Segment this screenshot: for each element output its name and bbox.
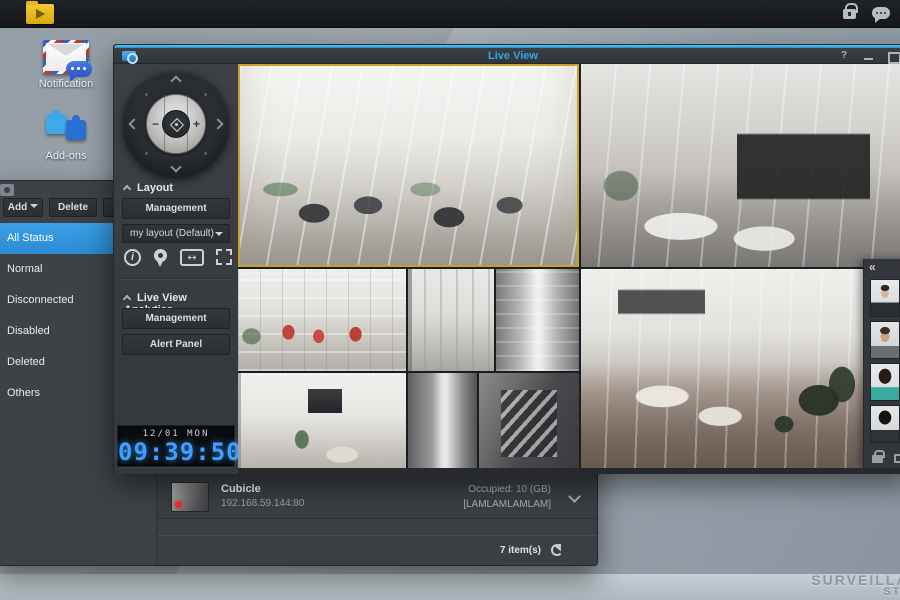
fullscreen-icon[interactable] [216, 249, 232, 265]
alert-panel-button[interactable]: Alert Panel [122, 334, 230, 355]
face-thumbnail[interactable] [870, 363, 900, 401]
clock-panel: 12/01 MON 09:39:50 [117, 425, 235, 467]
live-view-body: − + Layout Management my layout (Default… [114, 64, 900, 474]
ptz-left-icon[interactable] [128, 118, 139, 129]
ptz-control[interactable]: − + [122, 70, 230, 178]
add-ons-puzzle-icon [44, 108, 88, 146]
camera-address: 192.168.59.144:80 [221, 498, 304, 509]
chevron-down-icon [30, 204, 38, 208]
camera-icon[interactable] [894, 454, 900, 463]
desktop-icon-add-ons[interactable]: Add-ons [31, 108, 101, 162]
face-thumbnail[interactable] [870, 279, 900, 317]
lock-icon[interactable] [872, 455, 883, 463]
pan-icon[interactable]: ↔ [180, 249, 204, 266]
zoom-in-button[interactable]: + [193, 117, 200, 131]
chat-icon[interactable] [872, 7, 890, 19]
camera-feed-mid-left[interactable] [238, 269, 406, 371]
layout-management-button[interactable]: Management [122, 198, 230, 219]
notification-mail-icon [43, 40, 89, 74]
media-folder-icon[interactable] [26, 4, 54, 24]
puzzle-piece-icon [46, 114, 66, 134]
face-thumbnails [870, 279, 900, 447]
ptz-dot [145, 93, 148, 96]
ptz-dot [204, 152, 207, 155]
camera-feed-mid-right[interactable] [496, 269, 579, 371]
screen: SURVEILLANCE STATION Notification Add-on… [0, 0, 900, 600]
layout-header-label: Layout [137, 182, 173, 194]
live-view-titlebar[interactable]: Live View ? [114, 48, 900, 64]
layout-section-header[interactable]: Layout [124, 182, 173, 194]
ptz-home-button[interactable] [162, 110, 190, 138]
surveillance-station-watermark: SURVEILLANCE STATION [811, 573, 900, 598]
ptz-up-icon[interactable] [170, 75, 181, 86]
location-pin-icon[interactable] [154, 249, 167, 262]
camera-list-footer: 7 item(s) [157, 535, 597, 565]
ptz-down-icon[interactable] [170, 161, 181, 172]
info-icon[interactable]: i [124, 249, 141, 266]
watermark-line1: SURVEILLANCE [811, 573, 900, 587]
video-grid: « [238, 64, 900, 474]
lock-icon[interactable] [843, 9, 856, 19]
maximize-icon[interactable] [886, 50, 900, 62]
camera-feed-mid-center[interactable] [408, 269, 494, 371]
face-thumbnail[interactable] [870, 321, 900, 359]
add-button[interactable]: Add [3, 198, 43, 217]
sidebar-divider [120, 278, 232, 279]
zoom-out-button[interactable]: − [152, 117, 159, 131]
desktop-icon-notification[interactable]: Notification [31, 40, 101, 90]
collapse-panel-icon[interactable]: « [869, 260, 876, 274]
item-count: 7 item(s) [500, 545, 541, 556]
live-view-sidebar: − + Layout Management my layout (Default… [114, 64, 238, 474]
camera-feed-top-right[interactable] [581, 64, 900, 267]
camera-row-cubicle[interactable]: Cubicle 192.168.59.144:80 Occupied: 10 (… [157, 475, 597, 519]
puzzle-piece-icon [66, 120, 86, 140]
live-view-window: Live View ? − + [113, 44, 900, 473]
wallpaper-facet [0, 574, 900, 600]
camera-feed-bottom-center[interactable] [408, 373, 477, 468]
chevron-down-icon [215, 232, 223, 236]
camera-thumbnail [171, 482, 209, 512]
refresh-icon[interactable] [551, 544, 563, 556]
minimize-icon[interactable] [862, 50, 876, 62]
layout-select[interactable]: my layout (Default) [122, 224, 230, 243]
camera-icon [0, 184, 14, 196]
camera-feed-selected[interactable] [238, 64, 579, 267]
video-grid-edge [238, 468, 900, 474]
analytics-management-button[interactable]: Management [122, 308, 230, 329]
recording-indicator-icon [175, 501, 182, 508]
camera-feed-bottom-stairs[interactable] [479, 373, 579, 468]
ptz-right-icon[interactable] [212, 118, 223, 129]
camera-meta: Occupied: 10 (GB) [LAMLAMLAMLAM] [463, 482, 551, 512]
add-button-label: Add [8, 202, 27, 213]
expand-row-chevron-icon[interactable] [568, 490, 581, 503]
taskbar [0, 0, 900, 28]
watermark-line2: STATION [811, 587, 900, 598]
layout-select-value: my layout (Default) [130, 228, 214, 239]
delete-button[interactable]: Delete [49, 198, 97, 217]
clock-time: 09:39:50 [118, 439, 234, 465]
ptz-dot [204, 93, 207, 96]
section-collapse-icon [123, 295, 131, 303]
face-thumbnail[interactable] [870, 405, 900, 443]
layout-tool-icons: i ↔ [122, 249, 232, 271]
section-collapse-icon [123, 185, 131, 193]
desktop-icon-label: Add-ons [31, 150, 101, 162]
camera-group: [LAMLAMLAMLAM] [463, 497, 551, 512]
ptz-dot [145, 152, 148, 155]
camera-occupied: Occupied: 10 (GB) [463, 482, 551, 497]
window-title: Live View [114, 48, 900, 64]
help-icon[interactable]: ? [837, 50, 851, 62]
camera-name: Cubicle [221, 483, 261, 495]
camera-feed-bottom-left[interactable] [238, 373, 406, 468]
face-recognition-panel: « [863, 259, 900, 468]
camera-feed-lounge[interactable] [581, 269, 871, 468]
desktop-icon-label: Notification [31, 78, 101, 90]
chat-bubble-icon [66, 61, 92, 77]
